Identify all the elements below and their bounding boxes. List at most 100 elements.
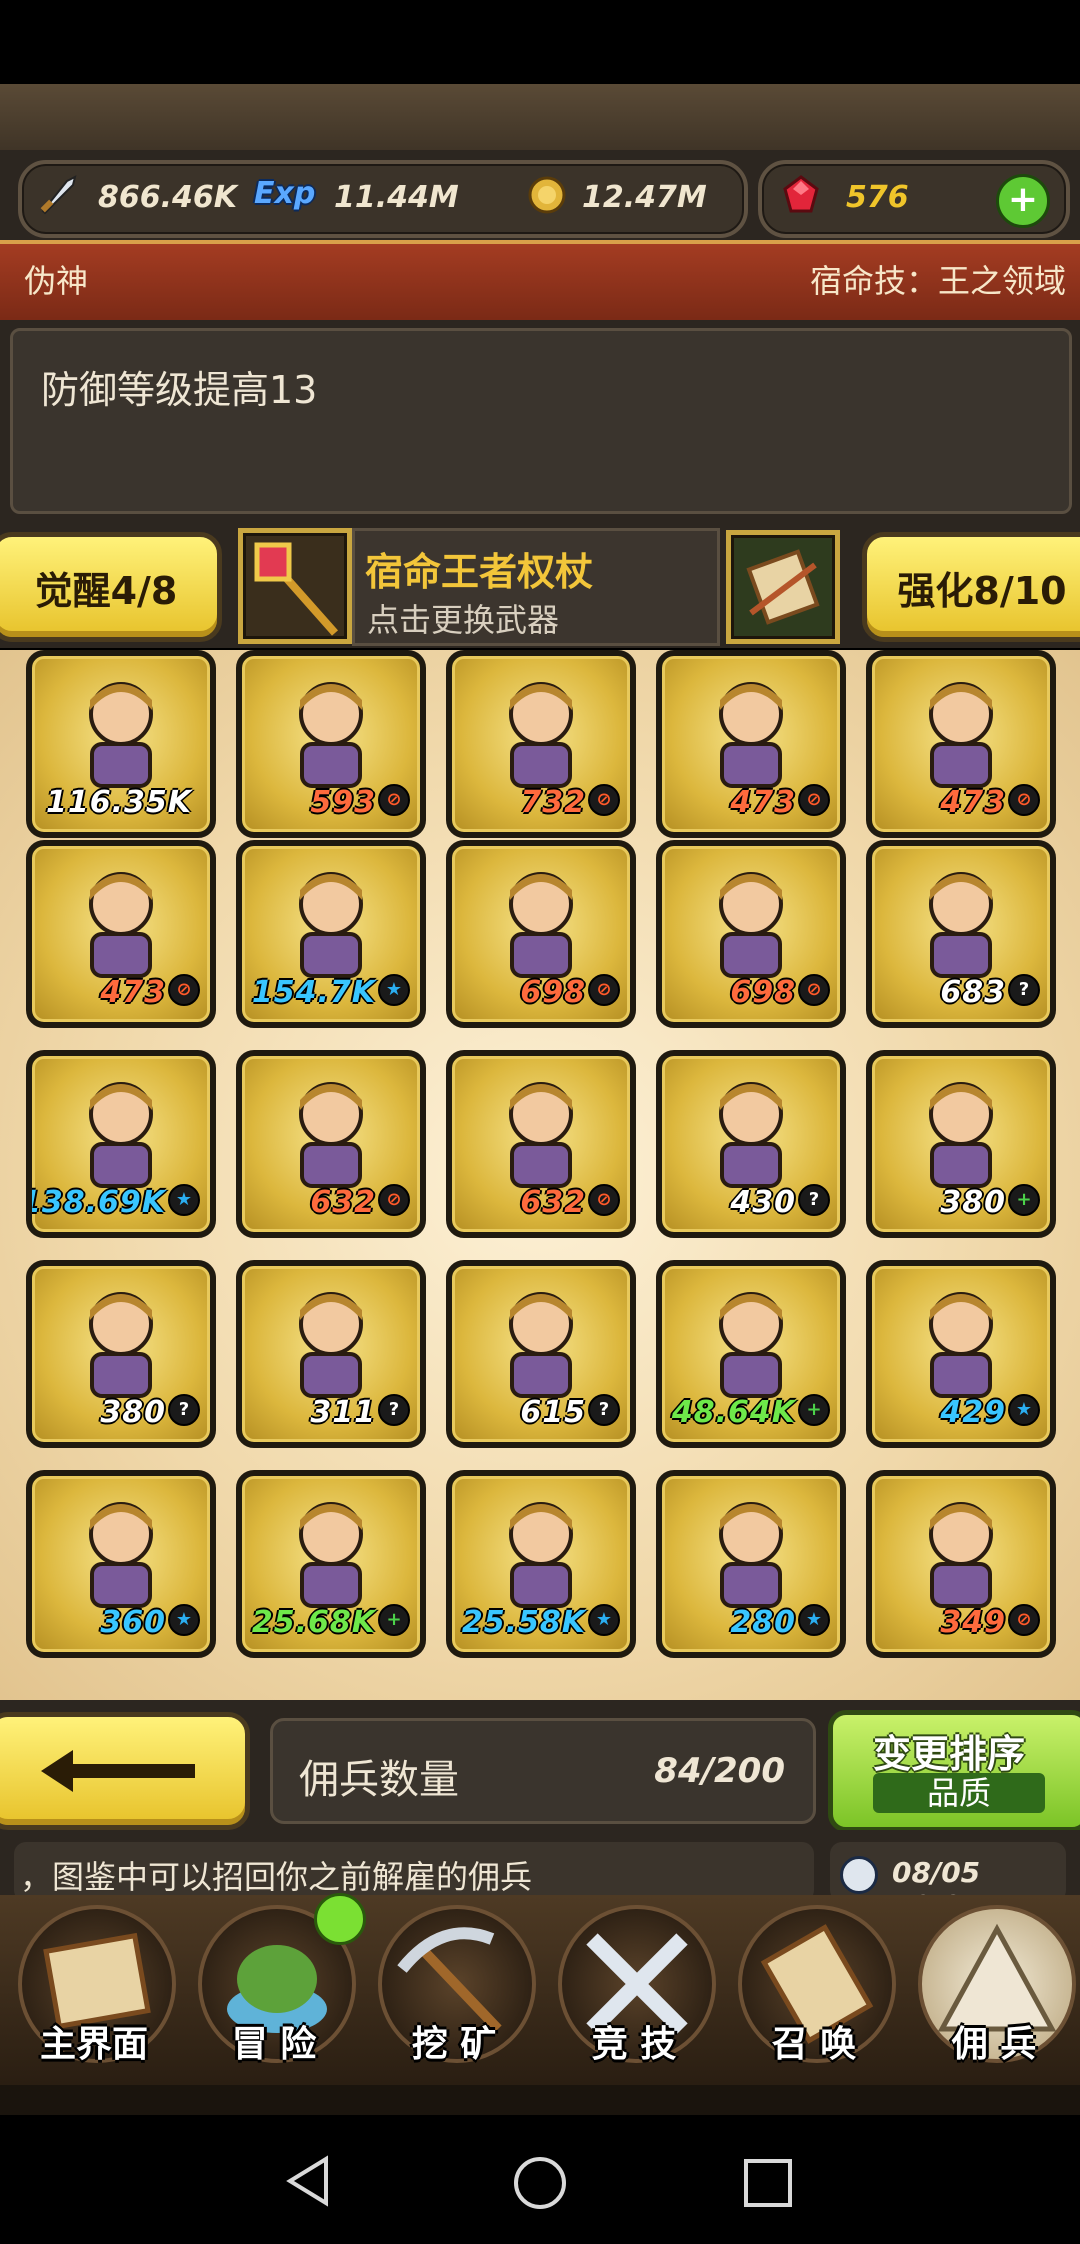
mercenary-card[interactable]: 349 ⊘ [866,1470,1056,1658]
nav-main[interactable]: 主界面 [4,1895,184,2075]
nav-arena[interactable]: 竞 技 [544,1895,724,2075]
scroll-slot[interactable] [726,530,840,644]
weapon-info-panel[interactable]: 宿命王者权杖 点击更换武器 [352,528,720,646]
mercenary-grid: 116.35K 593 ⊘ 732 ⊘ 473 ⊘ 473 ⊘ 473 ⊘ 154.7K ★ 698 ⊘ 69… [0,650,1080,1700]
card-level: 154.7K [251,975,376,1010]
change-sort-button[interactable]: 变更排序 品质 [828,1710,1080,1832]
card-class-badge: ? [798,1184,830,1216]
nav-mining[interactable]: 挖 矿 [364,1895,544,2075]
back-button[interactable] [0,1712,250,1830]
resource-panel-main: 866.46K Exp 11.44M 12.47M [18,160,748,238]
card-level: 380 [940,1185,1006,1220]
mercenary-card[interactable]: 593 ⊘ [236,650,426,838]
mercenary-card[interactable]: 698 ⊘ [446,840,636,1028]
hero-portrait-icon [276,1494,386,1612]
mercenary-card[interactable]: 632 ⊘ [236,1050,426,1238]
back-triangle-icon[interactable] [284,2155,334,2207]
card-level: 473 [940,785,1006,820]
card-level: 116.35K [45,785,192,820]
hero-description: 防御等级提高13 [41,368,318,412]
mercenary-card[interactable]: 683? [866,840,1056,1028]
mercenary-card[interactable]: 430? [656,1050,846,1238]
nav-summon-label: 召 唤 [771,2024,857,2065]
mercenary-card[interactable]: 311? [236,1260,426,1448]
mercenary-card[interactable]: 380? [26,1260,216,1448]
mercenary-card[interactable]: 615? [446,1260,636,1448]
hero-portrait-icon [66,864,176,982]
card-level: 25.58K [461,1605,586,1640]
card-level: 683 [940,975,1006,1010]
hero-portrait-icon [696,864,806,982]
bottom-nav: 主界面 冒 险 挖 矿 竞 技 召 唤 佣 兵 [0,1893,1080,2085]
hero-portrait-icon [66,674,176,792]
notification-dot [314,1893,366,1945]
card-class-badge: ⊘ [1008,784,1040,816]
gem-value: 576 [846,180,909,215]
mercenary-card[interactable]: 632 ⊘ [446,1050,636,1238]
card-class-badge: + [378,1604,410,1636]
arrow-left-icon [41,1750,195,1792]
nav-summon[interactable]: 召 唤 [724,1895,904,2075]
mercenary-card[interactable]: 380 + [866,1050,1056,1238]
card-class-badge: ⊘ [1008,1604,1040,1636]
mercenary-card[interactable]: 473 ⊘ [866,650,1056,838]
weapon-name: 宿命王者权杖 [365,550,594,594]
destiny-skill: 宿命技：王之领域 [809,262,1066,300]
mercenary-card[interactable]: 48.64K + [656,1260,846,1448]
card-class-badge: ? [588,1394,620,1426]
card-level: 349 [940,1605,1006,1640]
mercenary-card[interactable]: 360 ★ [26,1470,216,1658]
hero-portrait-icon [66,1284,176,1402]
recents-square-icon[interactable] [742,2157,794,2209]
hero-portrait-icon [66,1494,176,1612]
hero-portrait-icon [486,1074,596,1192]
mercenary-card[interactable]: 25.68K + [236,1470,426,1658]
card-class-badge: ⊘ [588,974,620,1006]
hero-portrait-icon [906,1284,1016,1402]
card-level: 360 [100,1605,166,1640]
card-level: 632 [310,1185,376,1220]
nav-adventure[interactable]: 冒 险 [184,1893,366,2075]
card-level: 380 [100,1395,166,1430]
hero-name-bar: 伪神 宿命技：王之领域 [0,240,1080,324]
add-gems-button[interactable]: + [996,174,1050,228]
mercenary-card[interactable]: 473 ⊘ [656,650,846,838]
weapon-hint: 点击更换武器 [367,601,560,639]
card-class-badge: ⊘ [798,784,830,816]
card-class-badge: ⊘ [168,974,200,1006]
mercenary-card[interactable]: 732 ⊘ [446,650,636,838]
enhance-button[interactable]: 强化8/10 [862,532,1080,642]
card-level: 698 [520,975,586,1010]
mercenary-card[interactable]: 116.35K [26,650,216,838]
mercenary-card[interactable]: 138.69K ★ [26,1050,216,1238]
mercenary-count-panel: 佣兵数量 84/200 [270,1718,816,1824]
ticker-message: ，图鉴中可以招回你之前解雇的佣兵 [20,1858,533,1896]
mercenary-card[interactable]: 280 ★ [656,1470,846,1658]
exp-icon: Exp [254,176,316,211]
card-class-badge: ★ [1008,1394,1040,1426]
attack-value: 866.46K [98,180,238,215]
card-class-badge: ? [1008,974,1040,1006]
hero-portrait-icon [906,1494,1016,1612]
nav-mercenary[interactable]: 佣 兵 [904,1895,1080,2075]
mercenary-card[interactable]: 25.58K ★ [446,1470,636,1658]
mercenary-card[interactable]: 154.7K ★ [236,840,426,1028]
weapon-slot[interactable] [238,528,352,644]
card-level: 632 [520,1185,586,1220]
mercenary-card[interactable]: 429 ★ [866,1260,1056,1448]
hero-portrait-icon [696,1494,806,1612]
mercenary-card[interactable]: 698 ⊘ [656,840,846,1028]
scepter-icon [254,542,338,636]
nav-main-label: 主界面 [39,2024,148,2065]
home-circle-icon[interactable] [512,2155,568,2211]
hero-portrait-icon [696,1284,806,1402]
awaken-button[interactable]: 觉醒4/8 [0,532,222,642]
card-level: 615 [520,1395,586,1430]
mercenary-card[interactable]: 473 ⊘ [26,840,216,1028]
clock-box: 08/05 10:21 [830,1842,1066,1922]
card-class-badge: ⊘ [378,784,410,816]
hero-portrait-icon [276,1074,386,1192]
card-level: 430 [730,1185,796,1220]
card-level: 25.68K [251,1605,376,1640]
hero-portrait-icon [276,674,386,792]
